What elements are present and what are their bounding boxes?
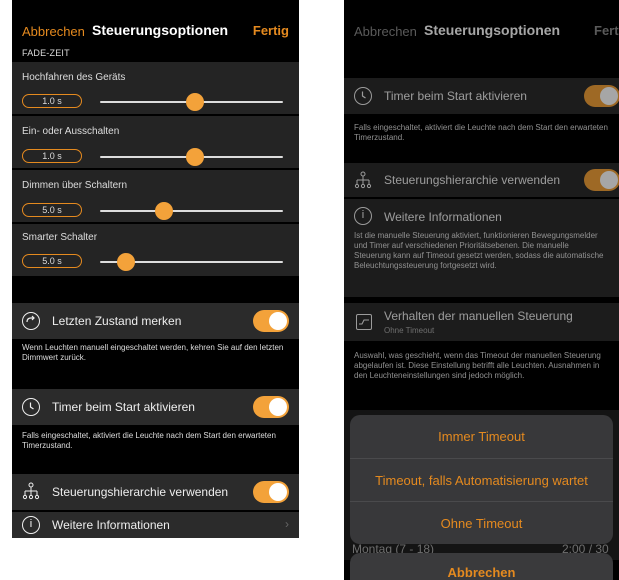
clock-icon bbox=[22, 398, 40, 416]
timer-toggle[interactable] bbox=[253, 396, 289, 418]
fade-label: Smarter Schalter bbox=[22, 232, 98, 243]
section-fade-label: FADE-ZEIT bbox=[22, 48, 70, 58]
fade-label: Ein- oder Ausschalten bbox=[22, 126, 120, 137]
fade-value-pill[interactable]: 5.0 s bbox=[22, 203, 82, 217]
chevron-right-icon: › bbox=[285, 517, 289, 531]
fade-row-startup: Hochfahren des Geräts 1.0 s bbox=[12, 62, 299, 114]
nav-bar: Abbrechen Steuerungsoptionen Fertig bbox=[12, 0, 299, 40]
more-info-label: Weitere Informationen bbox=[52, 518, 170, 532]
right-screen: Abbrechen Steuerungsoptionen Fertig Time… bbox=[344, 0, 619, 580]
option-timeout-if-automation-waits[interactable]: Timeout, falls Automatisierung wartet bbox=[350, 458, 613, 501]
fade-row-smart-switch: Smarter Schalter 5.0 s bbox=[12, 224, 299, 276]
fade-slider-knob[interactable] bbox=[186, 93, 205, 111]
fade-label: Hochfahren des Geräts bbox=[22, 72, 126, 83]
done-button[interactable]: Fertig bbox=[253, 23, 289, 38]
fade-value-pill[interactable]: 1.0 s bbox=[22, 94, 82, 108]
remember-state-label: Letzten Zustand merken bbox=[52, 314, 182, 328]
hierarchy-toggle[interactable] bbox=[253, 481, 289, 503]
more-info-row[interactable]: i Weitere Informationen › bbox=[12, 512, 299, 538]
timer-note: Falls eingeschaltet, aktiviert die Leuch… bbox=[22, 431, 276, 450]
cancel-button[interactable]: Abbrechen bbox=[22, 24, 85, 39]
remember-state-note: Wenn Leuchten manuell eingeschaltet werd… bbox=[22, 343, 284, 362]
option-always-timeout[interactable]: Immer Timeout bbox=[350, 415, 613, 458]
sheet-cancel-button[interactable]: Abbrechen bbox=[350, 553, 613, 580]
fade-slider-knob[interactable] bbox=[155, 202, 174, 220]
timer-row[interactable]: Timer beim Start aktivieren bbox=[12, 389, 299, 425]
remember-state-row[interactable]: Letzten Zustand merken bbox=[12, 303, 299, 339]
remember-state-toggle[interactable] bbox=[253, 310, 289, 332]
hierarchy-icon bbox=[22, 482, 40, 500]
option-no-timeout[interactable]: Ohne Timeout bbox=[350, 501, 613, 544]
fade-slider-track[interactable] bbox=[100, 210, 283, 212]
fade-label: Dimmen über Schaltern bbox=[22, 180, 128, 191]
fade-row-onoff: Ein- oder Ausschalten 1.0 s bbox=[12, 116, 299, 168]
info-icon: i bbox=[22, 516, 40, 534]
fade-value-pill[interactable]: 1.0 s bbox=[22, 149, 82, 163]
hierarchy-label: Steuerungshierarchie verwenden bbox=[52, 485, 229, 499]
page-title: Steuerungsoptionen bbox=[92, 22, 229, 38]
fade-slider-knob[interactable] bbox=[116, 253, 135, 271]
action-sheet: Immer Timeout Timeout, falls Automatisie… bbox=[350, 415, 613, 544]
restore-arrow-icon bbox=[22, 312, 40, 330]
left-screen: Abbrechen Steuerungsoptionen Fertig FADE… bbox=[12, 0, 299, 538]
timer-label: Timer beim Start aktivieren bbox=[52, 400, 195, 414]
fade-value-pill[interactable]: 5.0 s bbox=[22, 254, 82, 268]
hierarchy-row[interactable]: Steuerungshierarchie verwenden bbox=[12, 474, 299, 510]
fade-slider-knob[interactable] bbox=[186, 148, 205, 166]
fade-row-dimming: Dimmen über Schaltern 5.0 s bbox=[12, 170, 299, 222]
